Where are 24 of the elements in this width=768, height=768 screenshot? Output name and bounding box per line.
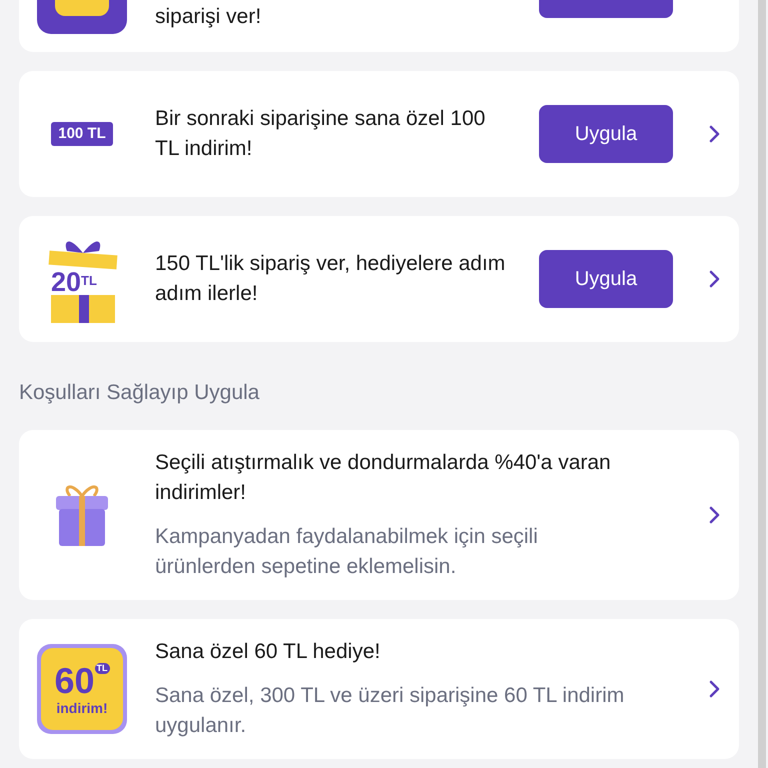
apply-button[interactable]: Uygula [539, 250, 673, 308]
offer-card[interactable]: siparişi ver! [19, 0, 739, 52]
offer-description: Sana özel, 300 TL ve üzeri siparişine 60 TL indirim uygulanır. [155, 682, 625, 738]
apply-button[interactable]: Uygula [539, 105, 673, 163]
badge-amount: 60 [54, 662, 95, 698]
scrollbar[interactable] [758, 0, 766, 768]
offer-card[interactable]: Seçili atıştırmalık ve dondurmalarda %40'a varan indirimler! Kampanyadan faydalanabilmek için seçili ürünlerden sepetine eklemelisin. [19, 430, 739, 600]
offer-title: Seçili atıştırmalık ve dondurmalarda %40'a varan indirimler! [155, 450, 612, 506]
offer-title: 150 TL'lik sipariş ver, hediyelere adım adım ilerle! [155, 251, 506, 307]
chevron-right-icon [709, 270, 721, 288]
gift-unit: TL [81, 274, 97, 287]
gift-amount: 20 [51, 269, 82, 296]
section-title: Koşulları Sağlayıp Uygula [19, 380, 260, 406]
offer-description: Kampanyadan faydalanabilmek için seçili ürünlerden sepetine eklemelisin. [155, 524, 539, 580]
offer-title: siparişi ver! [155, 4, 262, 30]
offer-title: Bir sonraki siparişine sana özel 100 TL indirim! [155, 106, 486, 162]
chevron-right-icon [709, 125, 721, 143]
chevron-right-icon [709, 680, 721, 698]
badge-caption: indirim! [56, 700, 108, 714]
offer-card[interactable]: 100 TL Bir sonraki siparişine sana özel 100 TL indirim! Uygula [19, 71, 739, 197]
chevron-right-icon [709, 506, 721, 524]
badge-unit: TL [94, 662, 110, 674]
offer-title: Sana özel 60 TL hediye! [155, 638, 382, 664]
discount-tag: 100 TL [51, 122, 113, 146]
